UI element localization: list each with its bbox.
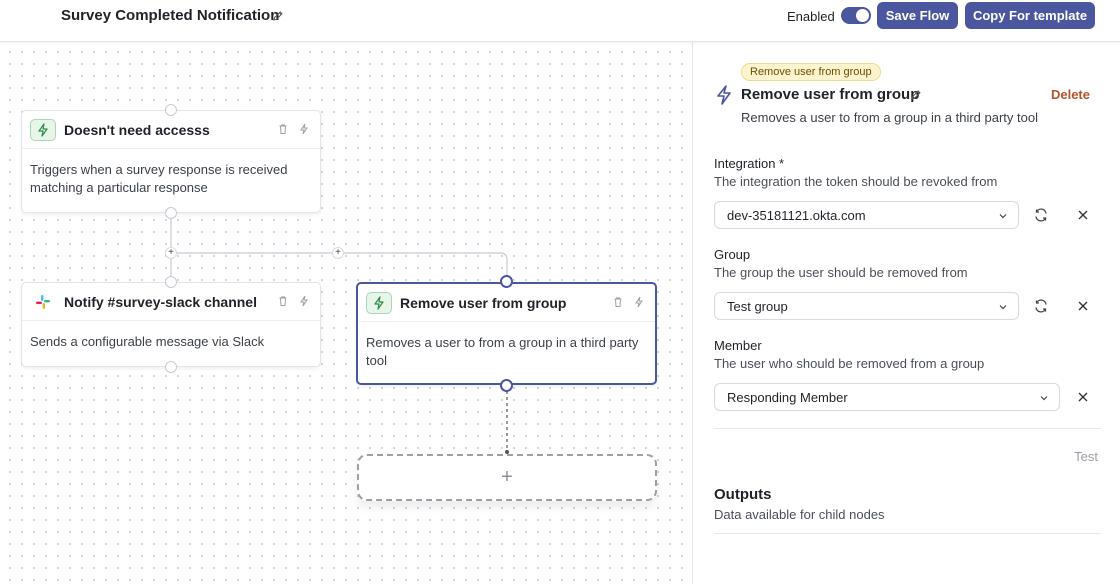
chevron-down-icon	[999, 305, 1007, 310]
integration-label: Integration *	[714, 156, 785, 171]
node-header: Doesn't need accesss	[22, 111, 320, 149]
member-label: Member	[714, 338, 762, 353]
group-select[interactable]: Test group	[714, 292, 1019, 320]
node-input-handle[interactable]	[500, 275, 513, 288]
lightning-icon	[366, 291, 392, 314]
node-title: Doesn't need accesss	[64, 121, 210, 138]
edit-title-icon[interactable]	[272, 9, 284, 21]
group-help: The group the user should be removed fro…	[714, 265, 968, 280]
node-input-handle[interactable]	[165, 104, 177, 116]
node-description: Removes a user to from a group in a thir…	[366, 335, 639, 368]
toggle-knob	[856, 9, 869, 22]
node-output-handle[interactable]	[165, 361, 177, 373]
node-description: Triggers when a survey response is recei…	[30, 162, 288, 195]
integration-select[interactable]: dev-35181121.okta.com	[714, 201, 1019, 229]
panel-title: Remove user from group	[741, 86, 920, 103]
node-remove-user[interactable]: Remove user from group Removes a user to…	[356, 282, 657, 385]
trash-icon[interactable]	[277, 294, 289, 306]
clear-icon[interactable]	[1075, 389, 1091, 405]
save-flow-button[interactable]: Save Flow	[877, 2, 958, 29]
lightning-small-icon[interactable]	[298, 122, 310, 135]
node-trigger[interactable]: Doesn't need accesss Triggers when a sur…	[21, 110, 321, 213]
add-node-button[interactable]: +	[357, 454, 657, 501]
enabled-label: Enabled	[787, 9, 835, 24]
branch-add-button[interactable]: +	[165, 247, 177, 259]
clear-icon[interactable]	[1075, 207, 1091, 223]
node-title: Notify #survey-slack channel	[64, 293, 257, 310]
refresh-icon[interactable]	[1033, 207, 1049, 223]
node-input-handle[interactable]	[165, 276, 177, 288]
branch-add-button[interactable]: +	[332, 247, 344, 259]
node-slack[interactable]: Notify #survey-slack channel Sends a con…	[21, 282, 321, 367]
outputs-help: Data available for child nodes	[714, 507, 885, 522]
test-button[interactable]: Test	[1074, 449, 1098, 464]
node-actions	[612, 295, 645, 308]
chevron-down-icon	[1040, 396, 1048, 401]
integration-value: dev-35181121.okta.com	[727, 207, 866, 223]
node-type-badge: Remove user from group	[741, 63, 881, 81]
trash-icon[interactable]	[277, 122, 289, 134]
plus-icon: +	[501, 466, 513, 488]
clear-icon[interactable]	[1075, 298, 1091, 314]
chevron-down-icon	[999, 214, 1007, 219]
edit-node-title-icon[interactable]	[910, 88, 922, 100]
slack-icon	[30, 291, 56, 313]
lightning-icon	[30, 118, 56, 141]
group-value: Test group	[727, 298, 788, 314]
node-output-handle[interactable]	[500, 379, 513, 392]
node-description: Sends a configurable message via Slack	[30, 334, 265, 349]
divider	[714, 428, 1101, 429]
divider	[714, 533, 1101, 534]
delete-node-button[interactable]: Delete	[1051, 87, 1090, 102]
trash-icon[interactable]	[612, 295, 624, 307]
top-bar: Survey Completed Notification Enabled Sa…	[0, 0, 1120, 42]
flow-title: Survey Completed Notification	[61, 7, 280, 24]
lightning-icon	[713, 84, 735, 106]
node-header: Remove user from group	[358, 284, 655, 322]
node-actions	[277, 122, 310, 135]
lightning-small-icon[interactable]	[633, 295, 645, 308]
node-settings-panel: Remove user from group Remove user from …	[692, 42, 1120, 584]
node-title: Remove user from group	[400, 294, 567, 311]
member-help: The user who should be removed from a gr…	[714, 356, 985, 371]
outputs-title: Outputs	[714, 486, 772, 503]
flow-canvas[interactable]: Doesn't need accesss Triggers when a sur…	[0, 42, 692, 584]
lightning-small-icon[interactable]	[298, 294, 310, 307]
node-actions	[277, 294, 310, 307]
group-label: Group	[714, 247, 751, 262]
node-output-handle[interactable]	[165, 207, 177, 219]
copy-for-template-button[interactable]: Copy For template	[965, 2, 1095, 29]
panel-description: Removes a user to from a group in a thir…	[741, 110, 1038, 125]
member-select[interactable]: Responding Member	[714, 383, 1060, 411]
node-header: Notify #survey-slack channel	[22, 283, 320, 321]
integration-help: The integration the token should be revo…	[714, 174, 998, 189]
enabled-toggle[interactable]	[841, 7, 871, 24]
refresh-icon[interactable]	[1033, 298, 1049, 314]
member-value: Responding Member	[727, 389, 848, 405]
